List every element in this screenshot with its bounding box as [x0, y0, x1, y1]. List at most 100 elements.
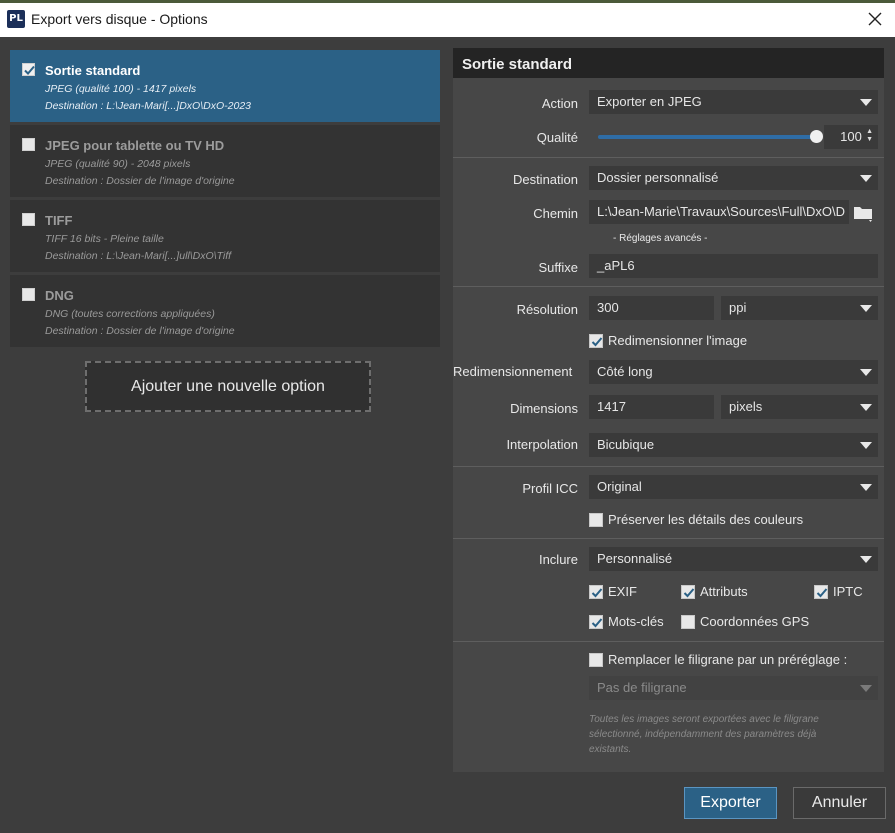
- preserve-colors-checkbox[interactable]: [589, 513, 603, 527]
- exif-label: EXIF: [608, 584, 637, 599]
- export-button[interactable]: Exporter: [684, 787, 777, 819]
- action-label: Action: [541, 96, 578, 111]
- preset-checkbox[interactable]: [22, 138, 35, 151]
- resize-mode-select[interactable]: Côté long: [589, 360, 878, 384]
- exif-checkbox[interactable]: [589, 585, 603, 599]
- options-panel: Sortie standard Action Exporter en JPEG …: [453, 48, 884, 772]
- checkmark-icon: [591, 618, 603, 628]
- interpolation-value: Bicubique: [597, 437, 655, 452]
- dimensions-input[interactable]: 1417: [589, 395, 714, 419]
- action-value: Exporter en JPEG: [597, 94, 702, 109]
- attributes-label: Attributs: [700, 584, 748, 599]
- add-option-button[interactable]: Ajouter une nouvelle option: [85, 361, 371, 412]
- folder-browse-button[interactable]: [853, 203, 873, 223]
- destination-select[interactable]: Dossier personnalisé: [589, 166, 878, 190]
- preset-checkbox[interactable]: [22, 288, 35, 301]
- iptc-checkbox[interactable]: [814, 585, 828, 599]
- gps-checkbox[interactable]: [681, 615, 695, 629]
- dimensions-unit-select[interactable]: pixels: [721, 395, 878, 419]
- include-value: Personnalisé: [597, 551, 673, 566]
- quality-slider-track[interactable]: [598, 135, 818, 139]
- chevron-down-icon: [860, 369, 872, 376]
- app-logo-icon: PL: [7, 10, 25, 28]
- resize-checkbox[interactable]: [589, 334, 603, 348]
- attributes-checkbox[interactable]: [681, 585, 695, 599]
- dimensions-unit-value: pixels: [729, 399, 763, 414]
- panel-header: Sortie standard: [453, 48, 884, 78]
- advanced-settings-link[interactable]: - Réglages avancés -: [613, 233, 708, 244]
- suffix-input[interactable]: _aPL6: [589, 254, 878, 278]
- interpolation-label: Interpolation: [506, 437, 578, 452]
- divider: [453, 157, 884, 158]
- preset-item-sortie-standard[interactable]: Sortie standard JPEG (qualité 100) - 141…: [10, 50, 440, 122]
- checkmark-icon: [591, 588, 603, 598]
- preset-detail: TIFF 16 bits - Pleine taille: [45, 233, 164, 245]
- divider: [453, 286, 884, 287]
- preset-checkbox[interactable]: [22, 63, 35, 76]
- preset-name: DNG: [45, 288, 74, 303]
- suffix-label: Suffixe: [538, 260, 578, 275]
- preset-detail: DNG (toutes corrections appliquées): [45, 308, 215, 320]
- title-bar: PL Export vers disque - Options: [0, 0, 895, 37]
- window-title: Export vers disque - Options: [31, 11, 208, 27]
- interpolation-select[interactable]: Bicubique: [589, 433, 878, 457]
- gps-label: Coordonnées GPS: [700, 614, 810, 629]
- chevron-down-icon: [860, 175, 872, 182]
- quality-value: 100: [840, 129, 862, 144]
- watermark-select[interactable]: Pas de filigrane: [589, 676, 878, 700]
- checkmark-icon: [683, 588, 695, 598]
- cancel-button[interactable]: Annuler: [793, 787, 886, 819]
- watermark-label: Remplacer le filigrane par un préréglage…: [608, 652, 848, 667]
- chevron-down-icon: [860, 484, 872, 491]
- path-input[interactable]: L:\Jean-Marie\Travaux\Sources\Full\DxO\D: [589, 200, 849, 224]
- resolution-unit-select[interactable]: ppi: [721, 296, 878, 320]
- preset-checkbox[interactable]: [22, 213, 35, 226]
- preset-destination: Destination : L:\Jean-Mari[...]ull\DxO\T…: [45, 250, 232, 262]
- chevron-down-icon: [860, 404, 872, 411]
- preserve-colors-label: Préserver les détails des couleurs: [608, 512, 804, 527]
- quality-stepper[interactable]: 100 ▲ ▼: [824, 125, 878, 149]
- quality-label: Qualité: [536, 130, 578, 145]
- keywords-checkbox[interactable]: [589, 615, 603, 629]
- path-value: L:\Jean-Marie\Travaux\Sources\Full\DxO\D: [597, 204, 846, 219]
- suffix-value: _aPL6: [597, 258, 635, 273]
- preset-detail: JPEG (qualité 100) - 1417 pixels: [45, 83, 197, 95]
- folder-icon: [854, 207, 872, 222]
- preset-item-jpeg-tablette[interactable]: JPEG pour tablette ou TV HD JPEG (qualit…: [10, 125, 440, 197]
- chevron-down-icon: [860, 99, 872, 106]
- spin-arrows-icon[interactable]: ▲ ▼: [866, 128, 873, 144]
- quality-slider-handle[interactable]: [810, 130, 823, 143]
- resolution-unit-value: ppi: [729, 300, 747, 315]
- path-label: Chemin: [533, 206, 578, 221]
- resize-mode-value: Côté long: [597, 364, 653, 379]
- divider: [453, 641, 884, 642]
- watermark-checkbox[interactable]: [589, 653, 603, 667]
- checkmark-icon: [816, 588, 828, 598]
- resolution-value: 300: [597, 300, 619, 315]
- icc-select[interactable]: Original: [589, 475, 878, 499]
- resolution-input[interactable]: 300: [589, 296, 714, 320]
- icc-label: Profil ICC: [522, 481, 578, 496]
- preset-destination: Destination : Dossier de l'image d'origi…: [45, 325, 235, 337]
- include-select[interactable]: Personnalisé: [589, 547, 878, 571]
- preset-detail: JPEG (qualité 90) - 2048 pixels: [45, 158, 191, 170]
- iptc-label: IPTC: [833, 584, 863, 599]
- preset-item-tiff[interactable]: TIFF TIFF 16 bits - Pleine taille Destin…: [10, 200, 440, 272]
- destination-label: Destination: [512, 172, 578, 187]
- action-select[interactable]: Exporter en JPEG: [589, 90, 878, 114]
- chevron-down-icon: [860, 556, 872, 563]
- checkmark-icon: [24, 65, 35, 75]
- resize-mode-label: Redimensionnement: [453, 364, 573, 379]
- preset-name: JPEG pour tablette ou TV HD: [45, 138, 225, 153]
- close-button[interactable]: [863, 8, 887, 30]
- watermark-value: Pas de filigrane: [597, 680, 687, 695]
- resize-checkbox-label: Redimensionner l'image: [608, 333, 748, 348]
- icc-value: Original: [597, 479, 642, 494]
- keywords-label: Mots-clés: [608, 614, 664, 629]
- preset-name: Sortie standard: [45, 63, 141, 78]
- chevron-down-icon: [860, 685, 872, 692]
- preset-destination: Destination : L:\Jean-Mari[...]DxO\DxO-2…: [45, 100, 251, 112]
- chevron-down-icon: [860, 442, 872, 449]
- destination-value: Dossier personnalisé: [597, 170, 719, 185]
- preset-item-dng[interactable]: DNG DNG (toutes corrections appliquées) …: [10, 275, 440, 347]
